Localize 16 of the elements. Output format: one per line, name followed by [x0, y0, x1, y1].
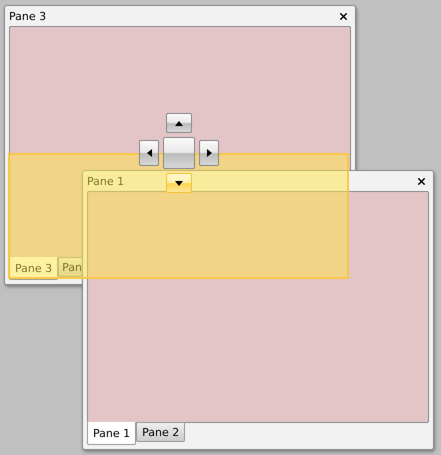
dock-button[interactable] [139, 140, 159, 166]
arrow-right-icon [206, 149, 212, 157]
pane-tab[interactable]: Pan [58, 257, 82, 277]
dock-button[interactable] [166, 173, 192, 193]
arrow-down-icon [175, 180, 183, 186]
pane-tab[interactable]: Pane 2 [136, 422, 186, 442]
arrow-up-icon [175, 120, 183, 126]
close-icon[interactable] [417, 176, 426, 186]
pane-tab[interactable]: Pane 1 [87, 422, 136, 445]
dock-button[interactable] [199, 140, 219, 166]
dock-button[interactable] [166, 113, 192, 133]
close-icon[interactable] [339, 12, 348, 20]
pane-tab[interactable]: Pane 3 [9, 257, 58, 280]
pane-title: Pane 3 [9, 10, 46, 22]
pane-title: Pane 1 [87, 174, 124, 188]
arrow-left-icon [146, 149, 152, 157]
